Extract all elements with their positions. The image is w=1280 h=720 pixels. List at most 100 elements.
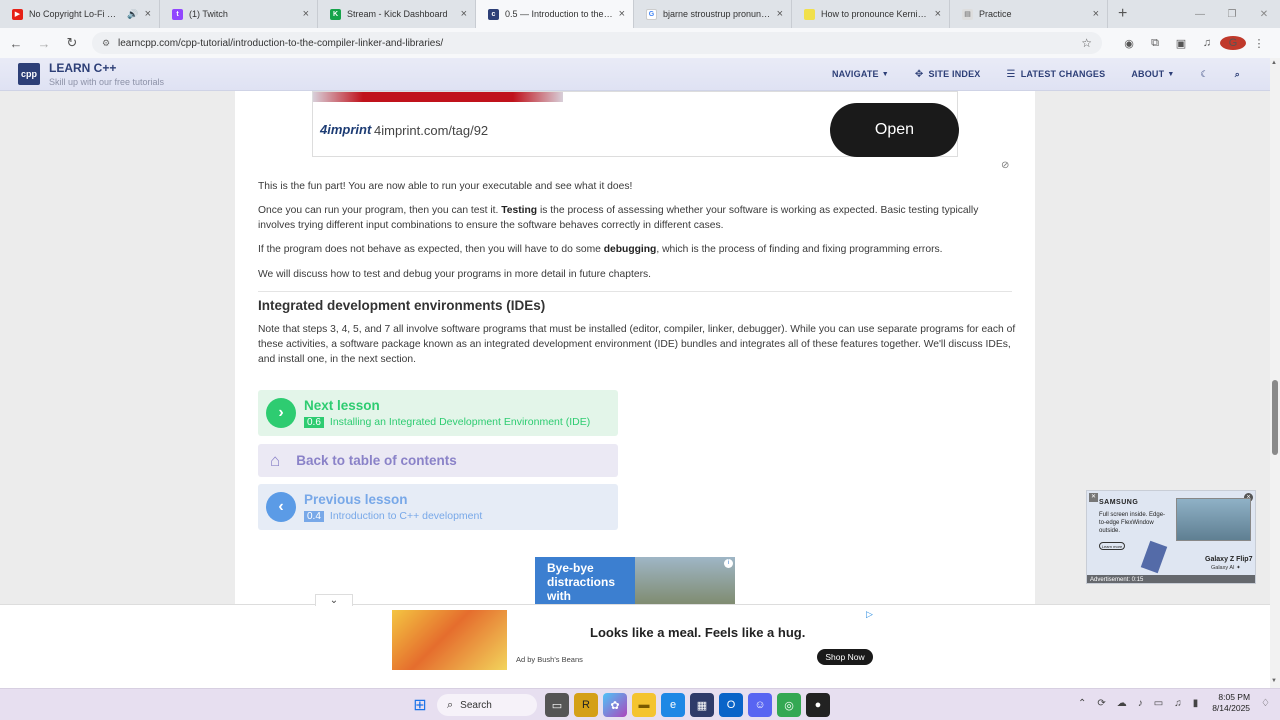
shop-now-button[interactable]: Shop Now [817, 649, 873, 665]
forward-icon[interactable]: → [32, 31, 56, 55]
moon-icon: ☾ [1200, 68, 1209, 79]
store-icon[interactable]: ▦ [690, 693, 714, 717]
ad-banner-4imprint[interactable]: 4imprint 4imprint.com/tag/92 Open [312, 91, 959, 157]
learn-more-button[interactable]: Learn more [1099, 542, 1125, 550]
reload-icon[interactable]: ↻ [60, 31, 84, 55]
close-icon[interactable]: × [777, 8, 783, 20]
close-icon[interactable]: × [935, 8, 941, 20]
nav-site-index[interactable]: ✥ SITE INDEX [915, 69, 981, 80]
tab-google-search[interactable]: G bjarne stroustrup pronunciatio × [634, 0, 792, 28]
close-icon[interactable]: × [145, 8, 151, 20]
sidepanel-icon[interactable]: ▣ [1168, 37, 1194, 50]
minimize-icon[interactable]: — [1184, 0, 1216, 28]
bookmark-star-icon[interactable]: ☆ [1081, 36, 1092, 50]
chrome-icon[interactable]: ◎ [777, 693, 801, 717]
ad-image [313, 92, 563, 102]
microphone-icon[interactable]: ♪ [1138, 698, 1143, 709]
search-icon: ⌕ [447, 698, 454, 711]
tab-learncpp-active[interactable]: c 0.5 — Introduction to the comp × [476, 0, 634, 28]
back-icon[interactable]: ← [4, 31, 28, 55]
sync-icon[interactable]: ⟳ [1097, 698, 1105, 709]
cloud-icon[interactable]: ☁ [1117, 698, 1127, 709]
new-tab-button[interactable]: + [1118, 5, 1127, 23]
volume-icon[interactable]: ♫ [1174, 698, 1182, 709]
site-logo[interactable]: cpp [18, 63, 40, 85]
section-heading: Integrated development environments (IDE… [258, 298, 546, 313]
ad-brand: SAMSUNG [1099, 499, 1139, 506]
collapse-ad-chevron-icon[interactable]: ⌄ [315, 594, 353, 606]
app-r-icon[interactable]: R [574, 693, 598, 717]
scroll-down-icon[interactable]: ▼ [1271, 678, 1277, 684]
windows-start-icon[interactable]: ⊞ [408, 693, 432, 717]
file-explorer-icon[interactable]: ▬ [632, 693, 656, 717]
twitch-icon: t [172, 8, 183, 20]
outlook-icon[interactable]: O [719, 693, 743, 717]
address-bar[interactable]: ⚙ learncpp.com/cpp-tutorial/introduction… [92, 32, 1102, 54]
tab-kick-dashboard[interactable]: K Stream - Kick Dashboard × [318, 0, 476, 28]
battery-icon[interactable]: ▮ [1193, 698, 1199, 709]
extension-icon[interactable]: ◉ [1116, 37, 1142, 50]
network-icon[interactable]: ▭ [1154, 698, 1163, 709]
ad-inline-banner[interactable]: Bye-bye distractions with i [535, 557, 735, 605]
ad-info-icon[interactable]: ✕ [1089, 493, 1098, 502]
search-button[interactable]: ⌕ [1235, 69, 1240, 80]
tab-lofi-music[interactable]: ▶ No Copyright Lo-Fi Music 🔊 × [0, 0, 160, 28]
tab-title: bjarne stroustrup pronunciatio [663, 9, 771, 19]
nav-latest-changes[interactable]: ☰ LATEST CHANGES [1007, 69, 1106, 80]
clock[interactable]: 8:05 PM 8/14/2025 [1212, 692, 1250, 714]
home-icon: ⌂ [270, 450, 281, 470]
google-icon: G [646, 8, 657, 20]
close-icon[interactable]: × [619, 8, 625, 20]
sticky-bottom-ad[interactable]: ⌄ Looks like a meal. Feels like a hug. A… [0, 594, 1270, 688]
chevron-right-icon: › [266, 398, 296, 428]
scroll-up-icon[interactable]: ▲ [1271, 60, 1277, 66]
media-icon[interactable]: ♫ [1194, 37, 1220, 49]
close-icon[interactable]: × [461, 8, 467, 20]
article-content: 4imprint 4imprint.com/tag/92 Open ⊘ This… [235, 91, 1035, 605]
site-info-icon[interactable]: ⚙ [102, 38, 112, 48]
ad-brand-logo: 4imprint [320, 122, 372, 137]
page-scrollbar[interactable]: ▲ ▼ [1270, 58, 1280, 688]
discord-icon[interactable]: ☺ [748, 693, 772, 717]
ad-choices-icon[interactable]: i [724, 559, 733, 568]
restore-icon[interactable]: ❐ [1216, 0, 1248, 28]
ad-video-frame [1176, 498, 1251, 541]
edge-icon[interactable]: e [661, 693, 685, 717]
tab-mute-icon[interactable]: 🔊 [127, 9, 138, 20]
site-brand[interactable]: LEARN C++ Skill up with our free tutoria… [49, 61, 164, 87]
menu-kebab-icon[interactable]: ⋮ [1246, 37, 1272, 50]
next-lesson-link[interactable]: › Next lesson 0.6 Installing an Integrate… [258, 390, 618, 436]
close-icon[interactable]: × [1093, 8, 1099, 20]
tab-twitch[interactable]: t (1) Twitch × [160, 0, 318, 28]
tab-practice[interactable]: ▤ Practice × [950, 0, 1108, 28]
table-of-contents-link[interactable]: ⌂ Back to table of contents [258, 444, 618, 477]
search-icon: ⌕ [1234, 68, 1240, 79]
close-icon[interactable]: × [303, 8, 309, 20]
site-tagline: Skill up with our free tutorials [49, 77, 165, 87]
ad-choices-icon[interactable]: ⊘ [1001, 160, 1009, 171]
floating-video-ad[interactable]: ✕ × SAMSUNG Full screen inside. Edge-to-… [1086, 490, 1256, 584]
obs-icon[interactable]: ● [806, 693, 830, 717]
task-view-icon[interactable]: ▭ [545, 693, 569, 717]
browser-toolbar: ← → ↻ ⚙ learncpp.com/cpp-tutorial/introd… [0, 28, 1280, 58]
scrollbar-thumb[interactable] [1272, 380, 1278, 455]
tab-title: Practice [979, 9, 1012, 19]
nav-about[interactable]: ABOUT ▼ [1131, 69, 1174, 79]
chevron-up-icon[interactable]: ⌃ [1078, 698, 1086, 709]
notification-bell-icon[interactable]: ♢ [1261, 698, 1270, 709]
nav-navigate[interactable]: NAVIGATE ▼ [832, 69, 889, 79]
ad-choices-icon[interactable]: ▷ [866, 609, 873, 620]
puzzle-icon[interactable]: ⧉ [1142, 37, 1168, 50]
chevron-left-icon: ‹ [266, 492, 296, 522]
kick-icon: K [330, 8, 341, 20]
tab-pronounce-kernighan[interactable]: How to pronounce Kernighan × [792, 0, 950, 28]
tab-title: How to pronounce Kernighan [821, 9, 929, 19]
previous-lesson-link[interactable]: ‹ Previous lesson 0.4 Introduction to C++… [258, 484, 618, 530]
close-window-icon[interactable]: ✕ [1248, 0, 1280, 28]
dark-mode-toggle[interactable]: ☾ [1200, 69, 1208, 80]
taskbar-search[interactable]: ⌕ Search [437, 694, 537, 716]
copilot-icon[interactable]: ✿ [603, 693, 627, 717]
ad-open-button[interactable]: Open [830, 103, 959, 157]
avatar[interactable]: G [1220, 36, 1246, 50]
chevron-down-icon: ▼ [881, 70, 889, 78]
